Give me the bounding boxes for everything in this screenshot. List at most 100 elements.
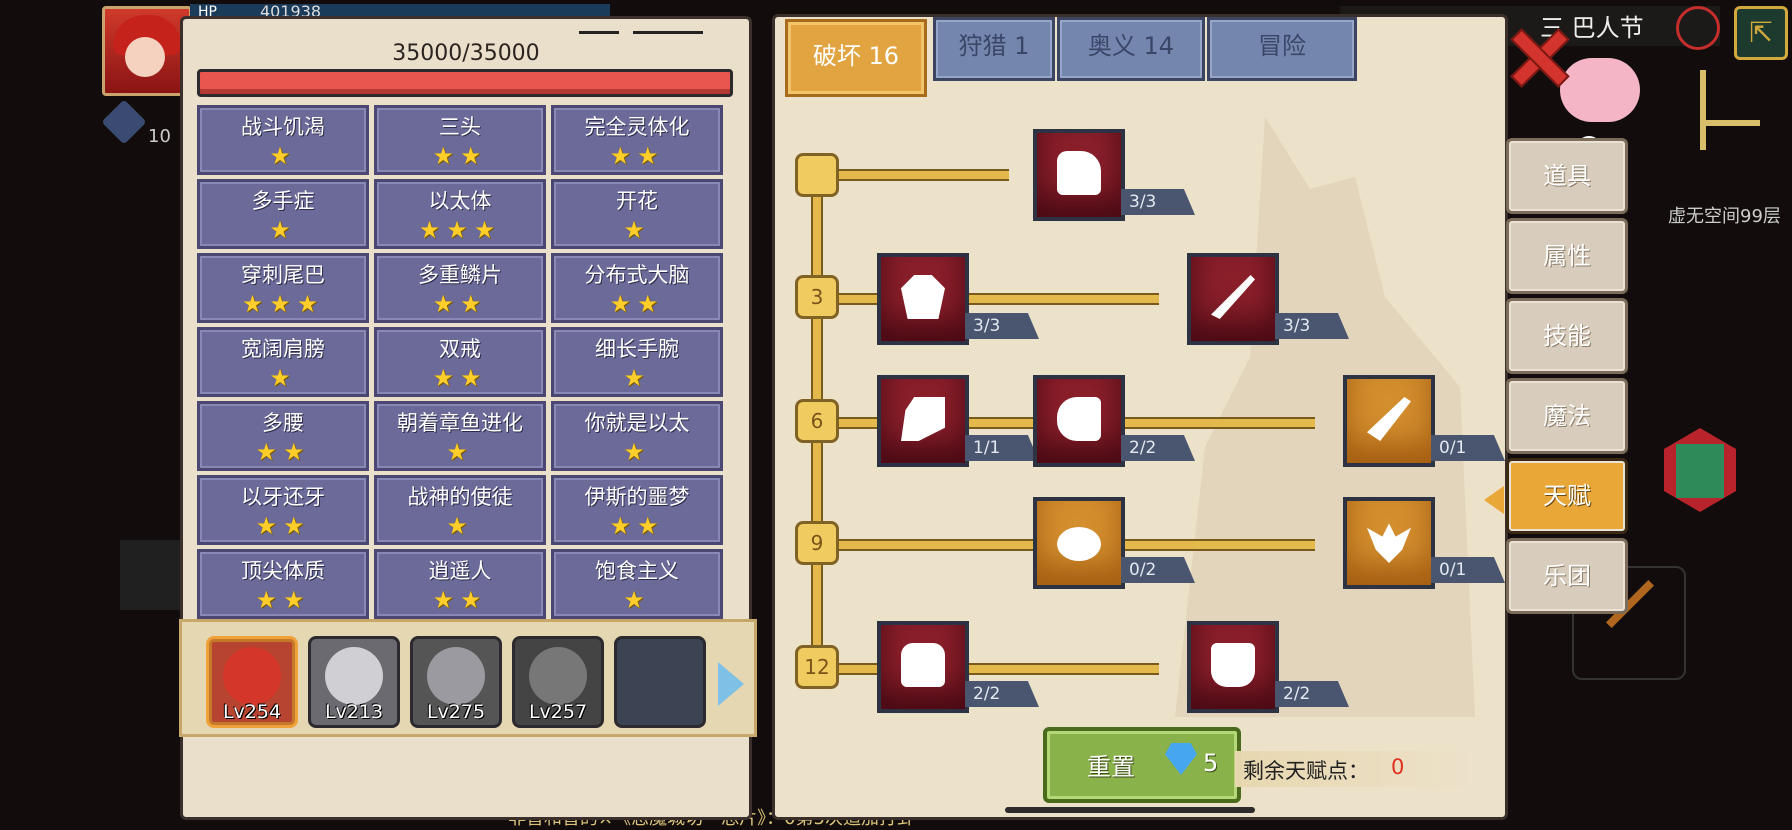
menu-attributes[interactable]: 属性 (1506, 218, 1628, 294)
hero-selector: Lv254 Lv213 Lv275 Lv257 (179, 619, 757, 737)
skill-glyph (901, 275, 945, 319)
trait-card[interactable]: 宽阔肩膀 ★ (197, 327, 369, 397)
remaining-points-label: 剩余天赋点： (1243, 759, 1369, 783)
trait-card[interactable]: 双戒 ★★ (374, 327, 546, 397)
trait-stars: ★★ (609, 512, 665, 540)
skill-count: 3/3 (1275, 313, 1349, 339)
trait-name: 多重鳞片 (418, 263, 502, 287)
trait-stars: ★★ (255, 586, 311, 614)
skill-count: 2/2 (965, 681, 1039, 707)
trait-stars: ★★ (609, 142, 665, 170)
arm-wrestle-icon[interactable] (1033, 129, 1125, 221)
trait-stars: ★ (446, 512, 474, 540)
menu-talent[interactable]: 天赋 (1506, 458, 1628, 534)
trait-card[interactable]: 细长手腕 ★ (551, 327, 723, 397)
next-arrow-icon[interactable] (718, 662, 744, 706)
hero-slot[interactable]: Lv275 (410, 636, 502, 728)
skill-glyph (1367, 397, 1411, 441)
trait-stars: ★★ (432, 364, 488, 392)
skill-count: 0/1 (1431, 557, 1505, 583)
trait-name: 饱食主义 (595, 559, 679, 583)
player-avatar[interactable] (102, 6, 192, 96)
globe-icon[interactable] (1676, 6, 1720, 50)
tab-adventure[interactable]: 冒险 (1207, 17, 1357, 81)
trait-card[interactable]: 逍遥人 ★★ (374, 549, 546, 619)
trait-name: 细长手腕 (595, 337, 679, 361)
hero-level: Lv257 (528, 701, 588, 723)
trait-card[interactable]: 以太体 ★★★ (374, 179, 546, 249)
hero-level: Lv275 (426, 701, 486, 723)
trait-card[interactable]: 你就是以太 ★ (551, 401, 723, 471)
ripple-orb-icon[interactable] (1033, 497, 1125, 589)
trait-card[interactable]: 开花 ★ (551, 179, 723, 249)
close-icon[interactable] (1508, 26, 1564, 82)
tier-marker: 9 (795, 521, 839, 565)
skill-count: 2/2 (1275, 681, 1349, 707)
hero-slot-empty[interactable] (614, 636, 706, 728)
slash-splash-icon[interactable] (1343, 375, 1435, 467)
trait-name: 分布式大脑 (584, 263, 690, 287)
trait-grid: 战斗饥渴 ★ 三头 ★★ 完全灵体化 ★★ 多手症 ★ 以太体 ★★★ 开花 ★ 穿刺尾巴 ★… (197, 105, 731, 619)
trait-stars: ★★ (432, 142, 488, 170)
trait-stars: ★ (623, 364, 651, 392)
cube-icon (101, 99, 147, 145)
trait-name: 多手症 (251, 189, 315, 213)
palm-strike-icon[interactable] (1187, 621, 1279, 713)
trait-card[interactable]: 三头 ★★ (374, 105, 546, 175)
skill-count: 0/2 (1121, 557, 1195, 583)
trait-stars: ★ (623, 586, 651, 614)
trait-card[interactable]: 伊斯的噩梦 ★★ (551, 475, 723, 545)
trait-card[interactable]: 穿刺尾巴 ★★★ (197, 253, 369, 323)
hero-slot-selected[interactable]: Lv254 (206, 636, 298, 728)
hero-slot[interactable]: Lv257 (512, 636, 604, 728)
muscle-body-icon[interactable] (877, 253, 969, 345)
tab-destruction[interactable]: 破坏 16 (785, 19, 927, 97)
trait-card[interactable]: 多手症 ★ (197, 179, 369, 249)
card-shield-icon[interactable] (877, 375, 969, 467)
npc-sprite (1560, 58, 1640, 122)
tab-hunting[interactable]: 狩猎 1 (933, 17, 1055, 81)
skill-glyph (1057, 397, 1101, 441)
menu-magic[interactable]: 魔法 (1506, 378, 1628, 454)
hero-slot[interactable]: Lv213 (308, 636, 400, 728)
skill-glyph (901, 397, 945, 441)
remaining-points: 剩余天赋点： 0 (1235, 751, 1471, 787)
trait-card[interactable]: 完全灵体化 ★★ (551, 105, 723, 175)
book-icon[interactable] (1676, 444, 1724, 498)
trait-card[interactable]: 战斗饥渴 ★ (197, 105, 369, 175)
trait-stars: ★ (269, 216, 297, 244)
punch-icon[interactable] (1033, 375, 1125, 467)
skill-count: 2/2 (1121, 435, 1195, 461)
fist-icon[interactable] (877, 621, 969, 713)
trait-card[interactable]: 分布式大脑 ★★ (551, 253, 723, 323)
trait-card[interactable]: 多重鳞片 ★★ (374, 253, 546, 323)
reset-button[interactable]: 重置 5 (1043, 727, 1241, 803)
trait-stars: ★ (623, 216, 651, 244)
arrow-strike-icon[interactable] (1187, 253, 1279, 345)
trait-name: 多腰 (262, 411, 304, 435)
bat-wings-icon[interactable] (1343, 497, 1435, 589)
menu-items[interactable]: 道具 (1506, 138, 1628, 214)
trait-card[interactable]: 顶尖体质 ★★ (197, 549, 369, 619)
expand-icon[interactable]: ⇱ (1734, 6, 1788, 60)
trait-card[interactable]: 多腰 ★★ (197, 401, 369, 471)
hero-portrait (427, 647, 485, 705)
trait-card[interactable]: 战神的使徒 ★ (374, 475, 546, 545)
tab-mystery[interactable]: 奥义 14 (1057, 17, 1205, 81)
menu-band[interactable]: 乐团 (1506, 538, 1628, 614)
trait-name: 双戒 (439, 337, 481, 361)
talent-branch (819, 663, 1159, 675)
active-menu-arrow (1484, 486, 1504, 514)
diamond-icon (1165, 743, 1197, 775)
trait-name: 战神的使徒 (407, 485, 513, 509)
trait-name: 战斗饥渴 (241, 115, 325, 139)
hp-bar (197, 69, 733, 97)
map-path (1700, 120, 1760, 126)
trait-stars: ★★ (255, 438, 311, 466)
trait-card[interactable]: 饱食主义 ★ (551, 549, 723, 619)
trait-card[interactable]: 以牙还牙 ★★ (197, 475, 369, 545)
trait-card[interactable]: 朝着章鱼进化 ★ (374, 401, 546, 471)
skill-glyph (901, 643, 945, 687)
panel-grip (579, 31, 619, 34)
menu-skills[interactable]: 技能 (1506, 298, 1628, 374)
